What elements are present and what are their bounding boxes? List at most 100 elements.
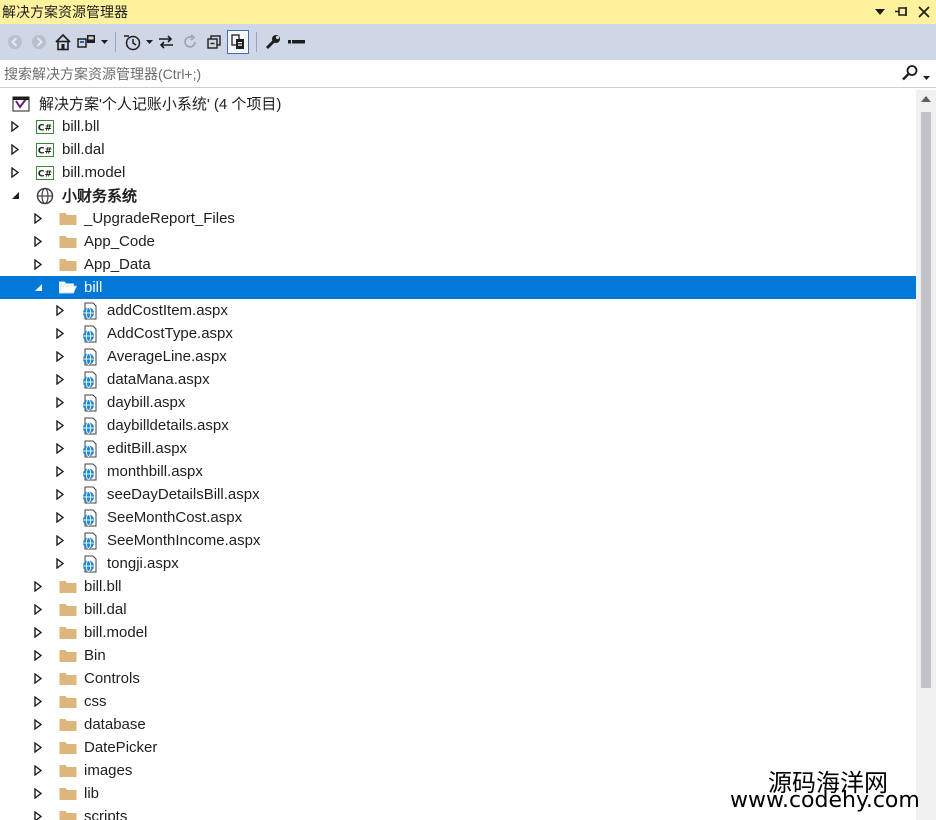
tree-item[interactable]: Controls [0,667,916,690]
pin-icon[interactable] [894,4,910,20]
tree-item[interactable]: editBill.aspx [0,437,916,460]
chevron-down-icon[interactable] [145,30,153,54]
collapsed-arrow-icon[interactable] [33,236,43,248]
tree-item[interactable]: bill.dal [0,598,916,621]
aspx-file-icon [81,371,99,388]
tree-item[interactable]: App_Code [0,230,916,253]
folder-icon [59,740,77,756]
collapsed-arrow-icon[interactable] [10,121,20,133]
pending-changes-icon[interactable] [121,30,143,54]
collapse-all-icon[interactable] [203,30,225,54]
collapsed-arrow-icon[interactable] [55,466,65,478]
tree-item[interactable]: seeDayDetailsBill.aspx [0,483,916,506]
switch-views-icon[interactable] [76,30,98,54]
collapsed-arrow-icon[interactable] [33,696,43,708]
close-icon[interactable] [916,4,932,20]
collapsed-arrow-icon[interactable] [33,627,43,639]
preview-icon[interactable] [286,30,308,54]
collapsed-arrow-icon[interactable] [33,604,43,616]
dropdown-icon[interactable] [872,4,888,20]
aspx-file-icon [81,302,99,319]
collapsed-arrow-icon[interactable] [33,811,43,820]
folder-icon [59,602,77,618]
tree-item[interactable]: bill [0,276,916,299]
solution-node[interactable]: 解决方案'个人记账小系统' (4 个项目) [0,92,916,115]
tree-item[interactable]: bill.model [0,621,916,644]
scroll-up-icon[interactable] [920,94,932,104]
tree-item[interactable]: AddCostType.aspx [0,322,916,345]
chevron-down-icon[interactable] [923,67,930,85]
folder-icon [59,648,77,664]
csharp-project-icon: C# [36,119,54,135]
tree-item[interactable]: _UpgradeReport_Files [0,207,916,230]
collapsed-arrow-icon[interactable] [10,167,20,179]
tree-item[interactable]: bill.bll [0,575,916,598]
tree-item[interactable]: addCostItem.aspx [0,299,916,322]
home-icon[interactable] [52,30,74,54]
tree-item[interactable]: dataMana.aspx [0,368,916,391]
aspx-file-icon [81,325,99,342]
expanded-arrow-icon[interactable] [33,282,43,294]
collapsed-arrow-icon[interactable] [55,420,65,432]
vertical-scrollbar[interactable] [916,90,936,820]
tree-item[interactable]: Bin [0,644,916,667]
collapsed-arrow-icon[interactable] [55,558,65,570]
tree-item[interactable]: SeeMonthCost.aspx [0,506,916,529]
tree-item-label: daybill.aspx [107,394,186,411]
tree-item[interactable]: C# bill.model [0,161,916,184]
back-icon[interactable] [4,30,26,54]
folder-icon [59,234,77,250]
forward-icon[interactable] [28,30,50,54]
collapsed-arrow-icon[interactable] [33,719,43,731]
collapsed-arrow-icon[interactable] [33,259,43,271]
collapsed-arrow-icon[interactable] [55,489,65,501]
tree-item-label: bill.dal [84,601,127,618]
collapsed-arrow-icon[interactable] [55,305,65,317]
tree-item[interactable]: database [0,713,916,736]
collapsed-arrow-icon[interactable] [55,535,65,547]
collapsed-arrow-icon[interactable] [33,788,43,800]
collapsed-arrow-icon[interactable] [33,213,43,225]
tree-item-label: Controls [84,670,140,687]
collapsed-arrow-icon[interactable] [55,397,65,409]
collapsed-arrow-icon[interactable] [55,374,65,386]
search-icon[interactable] [901,64,919,87]
tree-item[interactable]: AverageLine.aspx [0,345,916,368]
tree-item[interactable]: daybill.aspx [0,391,916,414]
scrollbar-thumb[interactable] [921,112,931,688]
collapsed-arrow-icon[interactable] [33,673,43,685]
sync-active-icon[interactable] [155,30,177,54]
tree-item[interactable]: C# bill.bll [0,115,916,138]
properties-icon[interactable] [262,30,284,54]
expanded-arrow-icon[interactable] [10,190,20,202]
tree-item[interactable]: DatePicker [0,736,916,759]
tree-item[interactable]: tongji.aspx [0,552,916,575]
folder-icon [59,763,77,779]
collapsed-arrow-icon[interactable] [10,144,20,156]
tree-item[interactable]: App_Data [0,253,916,276]
collapsed-arrow-icon[interactable] [55,328,65,340]
collapsed-arrow-icon[interactable] [55,512,65,524]
collapsed-arrow-icon[interactable] [55,351,65,363]
tree-item-label: images [84,762,133,779]
tree-item[interactable]: css [0,690,916,713]
csharp-project-icon: C# [36,165,54,181]
collapsed-arrow-icon[interactable] [33,650,43,662]
refresh-icon[interactable] [179,30,201,54]
tree-item-label: App_Data [84,256,151,273]
collapsed-arrow-icon[interactable] [33,581,43,593]
tree-item[interactable]: SeeMonthIncome.aspx [0,529,916,552]
chevron-down-icon[interactable] [100,30,108,54]
show-all-files-icon[interactable] [227,30,249,54]
search-input[interactable] [0,60,886,87]
tree-item[interactable]: daybilldetails.aspx [0,414,916,437]
collapsed-arrow-icon[interactable] [33,742,43,754]
collapsed-arrow-icon[interactable] [55,443,65,455]
tree-item[interactable]: monthbill.aspx [0,460,916,483]
svg-text:C#: C# [38,169,52,179]
tree-item[interactable]: 小财务系统 [0,184,916,207]
folder-icon [59,211,77,227]
tree-item-label: bill.bll [84,578,122,595]
collapsed-arrow-icon[interactable] [33,765,43,777]
tree-item[interactable]: C# bill.dal [0,138,916,161]
